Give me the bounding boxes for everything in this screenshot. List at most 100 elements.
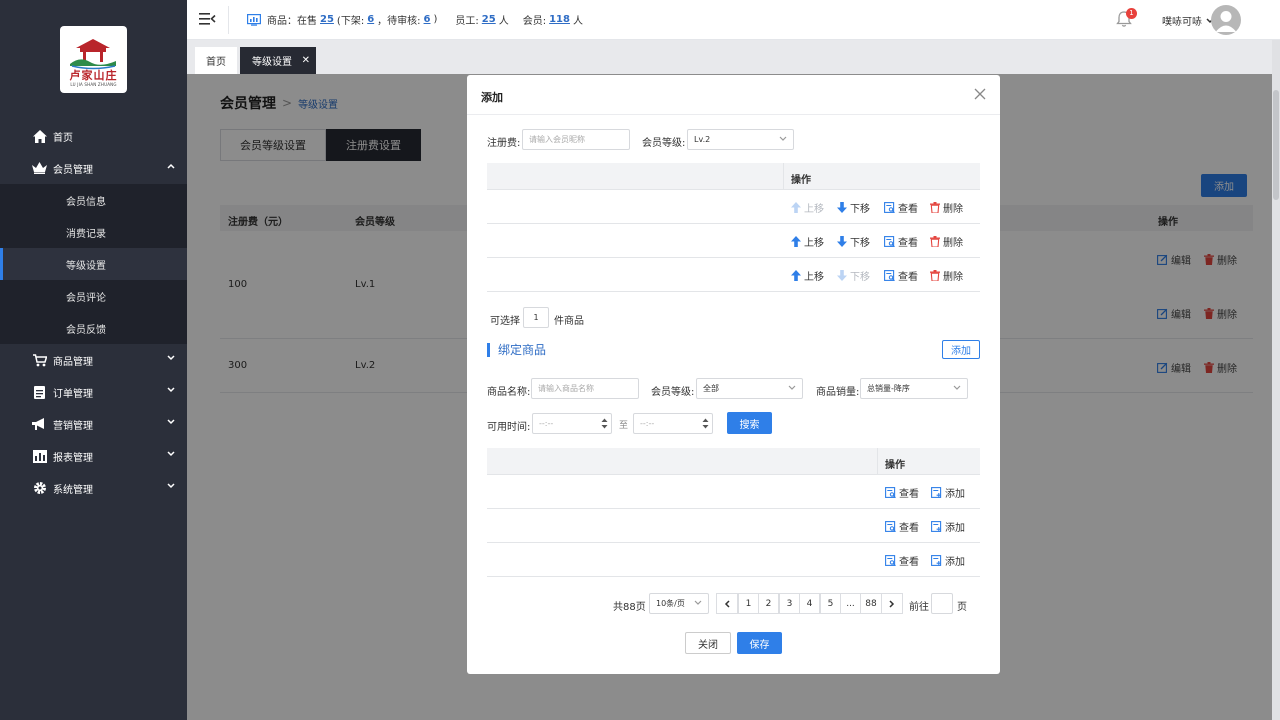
dialog-title: 添加 (481, 91, 503, 104)
add-goods-button[interactable]: 添加 (931, 485, 965, 500)
move-up-button[interactable]: 上移 (791, 234, 824, 249)
move-down-button[interactable]: 下移 (837, 268, 870, 283)
sidebar-item-system[interactable]: 系统管理 (0, 472, 187, 504)
sidebar-subitem-member-info[interactable]: 会员信息 (0, 184, 187, 216)
page-button[interactable]: 5 (820, 593, 841, 614)
end-time-input[interactable]: --:-- (633, 413, 713, 434)
selectable-count-input[interactable]: 1 (523, 307, 549, 328)
sidebar-item-orders[interactable]: 订单管理 (0, 376, 187, 408)
search-button[interactable]: 搜索 (727, 412, 772, 434)
on-sale-count[interactable]: 25 (320, 14, 334, 25)
goods-level-value: 全部 (703, 384, 719, 393)
table-header: 操作 (487, 448, 980, 475)
staff-count[interactable]: 25 (482, 14, 496, 25)
goods-name-input[interactable]: 请输入商品名称 (531, 378, 639, 399)
prev-page-button[interactable] (716, 593, 738, 614)
move-up-button[interactable]: 上移 (791, 200, 824, 215)
delete-button[interactable]: 删除 (930, 234, 963, 249)
table-row: 查看 添加 (487, 509, 980, 543)
move-down-label: 下移 (850, 238, 870, 249)
view-icon (884, 270, 898, 281)
logo[interactable]: 卢家山庄 LU JIA SHAN ZHUANG (60, 26, 127, 93)
page-button[interactable]: 3 (779, 593, 800, 614)
delete-button[interactable]: 删除 (930, 268, 963, 283)
view-label: 查看 (898, 238, 918, 249)
column-divider (783, 163, 784, 190)
member-count[interactable]: 118 (549, 14, 570, 25)
move-up-button[interactable]: 上移 (791, 268, 824, 283)
cart-icon (32, 353, 47, 368)
chevron-left-icon (724, 599, 730, 608)
view-button[interactable]: 查看 (885, 519, 919, 534)
trash-icon (930, 270, 943, 281)
tab-label: 等级设置 (252, 57, 292, 68)
goto-page-input[interactable] (931, 593, 953, 614)
bind-add-button[interactable]: 添加 (942, 340, 980, 359)
user-menu[interactable]: 噗哧可哧 (1162, 13, 1214, 28)
sidebar-subitem-level-settings[interactable]: 等级设置 (0, 248, 187, 280)
sidebar-item-marketing[interactable]: 营销管理 (0, 408, 187, 440)
sidebar-item-member[interactable]: 会员管理 (0, 152, 187, 184)
goods-level-select[interactable]: 全部 (696, 378, 803, 399)
stats-chart-icon (247, 13, 261, 26)
user-avatar-icon (1215, 11, 1237, 32)
time-to-label: 至 (619, 421, 629, 431)
close-icon[interactable] (974, 88, 986, 100)
move-down-button[interactable]: 下移 (837, 200, 870, 215)
view-button[interactable]: 查看 (885, 485, 919, 500)
sidebar-item-label: 商品管理 (53, 356, 93, 368)
tab-level-settings[interactable]: 等级设置 ✕ (240, 47, 316, 74)
chevron-down-icon (167, 451, 175, 457)
sidebar-subitem-consumption[interactable]: 消费记录 (0, 216, 187, 248)
chevron-down-icon (167, 355, 175, 361)
fee-input[interactable]: 请输入会员昵称 (522, 129, 630, 150)
page-button[interactable]: 1 (738, 593, 759, 614)
level-label: 会员等级: (642, 138, 686, 149)
add-goods-button[interactable]: 添加 (931, 553, 965, 568)
arrow-up-icon (791, 270, 804, 281)
pending-count[interactable]: 6 (424, 14, 431, 25)
selectable-label: 可选择 (490, 316, 520, 327)
sidebar-item-reports[interactable]: 报表管理 (0, 440, 187, 472)
move-down-button[interactable]: 下移 (837, 234, 870, 249)
member-label: 会员: (522, 16, 547, 27)
start-time-input[interactable]: --:-- (532, 413, 612, 434)
spinner-icon[interactable] (601, 417, 608, 430)
view-icon (884, 236, 898, 247)
view-button[interactable]: 查看 (884, 268, 918, 283)
scrollbar-thumb[interactable] (1273, 90, 1279, 200)
sales-sort-select[interactable]: 总销量-降序 (860, 378, 968, 399)
chevron-up-icon (167, 163, 175, 169)
close-button[interactable]: 关闭 (685, 632, 731, 654)
level-select[interactable]: Lv.2 (687, 129, 794, 150)
off-shelf-label: (下架: (336, 16, 365, 27)
view-label: 查看 (899, 489, 919, 500)
stats-summary: 商品：在售 25 (下架: 6 ，待审核: 6 ) 员工: 25 人 会员: 1… (247, 12, 583, 27)
tab-home[interactable]: 首页 (195, 47, 237, 74)
page-button[interactable]: 4 (799, 593, 820, 614)
sidebar-subitem-feedback[interactable]: 会员反馈 (0, 312, 187, 344)
view-button[interactable]: 查看 (885, 553, 919, 568)
page-ellipsis[interactable]: ... (840, 593, 861, 614)
off-shelf-count[interactable]: 6 (367, 14, 374, 25)
sidebar-subitem-comments[interactable]: 会员评论 (0, 280, 187, 312)
menu-toggle-icon[interactable] (199, 12, 216, 26)
page-button[interactable]: 88 (860, 593, 882, 614)
sidebar-item-home[interactable]: 首页 (0, 120, 187, 152)
add-goods-button[interactable]: 添加 (931, 519, 965, 534)
goto-unit: 页 (957, 602, 967, 613)
spinner-icon[interactable] (702, 417, 709, 430)
avatar[interactable] (1211, 5, 1241, 35)
staff-label: 员工: (455, 16, 479, 27)
page-button[interactable]: 2 (758, 593, 779, 614)
scrollbar[interactable] (1272, 40, 1280, 720)
view-button[interactable]: 查看 (884, 234, 918, 249)
sidebar-item-goods[interactable]: 商品管理 (0, 344, 187, 376)
view-button[interactable]: 查看 (884, 200, 918, 215)
column-divider (877, 448, 878, 475)
page-size-select[interactable]: 10条/页 (649, 593, 709, 614)
delete-button[interactable]: 删除 (930, 200, 963, 215)
save-button[interactable]: 保存 (737, 632, 782, 654)
next-page-button[interactable] (881, 593, 903, 614)
close-icon[interactable]: ✕ (302, 55, 310, 66)
